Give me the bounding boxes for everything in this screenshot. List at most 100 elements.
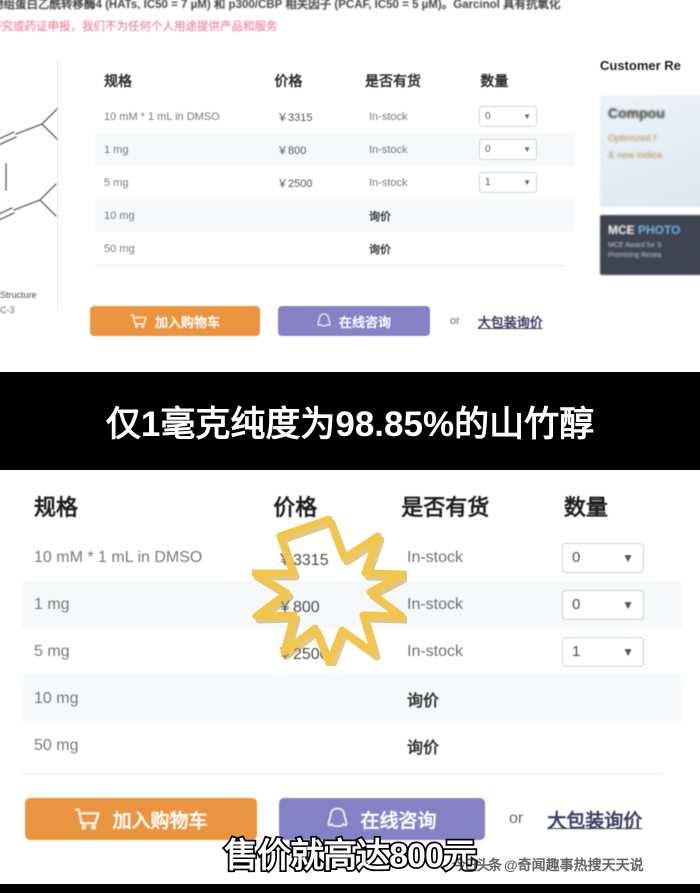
quantity-value: 0 bbox=[572, 596, 581, 613]
header-price: 价格 bbox=[274, 73, 303, 89]
quantity-select[interactable]: 1 ▼ bbox=[562, 636, 644, 667]
table-bottom-divider bbox=[95, 265, 565, 266]
panel-divider bbox=[57, 60, 58, 310]
header-stock: 是否有货 bbox=[401, 495, 490, 520]
toutiao-logo-icon: 今日头条 bbox=[452, 857, 502, 873]
promo-line-1: Optimized f bbox=[608, 133, 657, 144]
add-to-cart-label: 加入购物车 bbox=[154, 314, 220, 330]
quantity-select[interactable]: 0 ▼ bbox=[562, 542, 644, 573]
quantity-value: 0 bbox=[485, 111, 491, 122]
header-qty: 数量 bbox=[480, 73, 509, 89]
product-spec-table: 规格 价格 是否有货 数量 10 mM * 1 mL in DMSO ￥3315… bbox=[95, 62, 575, 266]
table-row: 10 mM * 1 mL in DMSO ￥3315 In-stock 0 ▼ bbox=[22, 534, 682, 581]
table-row: 5 mg ￥2500 In-stock 1 ▼ bbox=[95, 166, 575, 199]
cell-spec: 1 mg bbox=[104, 143, 129, 156]
cell-price: ￥3315 bbox=[277, 551, 329, 569]
quantity-select[interactable]: 0 ▼ bbox=[479, 139, 537, 160]
caption-banner-text: 仅1毫克纯度为98.85%的山竹醇 bbox=[105, 404, 595, 444]
shopping-cart-icon bbox=[130, 313, 147, 328]
product-spec-table-zoomed: 规格 价格 是否有货 数量 10 mM * 1 mL in DMSO ￥3315… bbox=[22, 478, 682, 774]
quantity-select[interactable]: 0 ▼ bbox=[562, 589, 644, 620]
online-consult-button[interactable]: 在线咨询 bbox=[278, 306, 430, 336]
cell-spec: 1 mg bbox=[34, 595, 70, 613]
cell-price: ￥800 bbox=[277, 144, 307, 157]
cell-stock-inquiry[interactable]: 询价 bbox=[369, 208, 479, 224]
quantity-value: 1 bbox=[485, 177, 491, 188]
bulk-inquiry-link[interactable]: 大包装询价 bbox=[478, 312, 543, 331]
right-sidebar: Customer Re Compou Optimized f & new ind… bbox=[600, 58, 700, 275]
table-row: 10 mg 询价 bbox=[22, 675, 682, 722]
cell-spec: 10 mg bbox=[104, 209, 135, 222]
cell-spec: 50 mg bbox=[34, 736, 79, 754]
mce-brand-highlight: PHOTO bbox=[638, 223, 681, 237]
cell-spec: 10 mM * 1 mL in DMSO bbox=[34, 548, 203, 566]
table-row: 10 mg 询价 bbox=[95, 199, 575, 232]
mce-award-card[interactable]: MCE PHOTO MCE Award for S Promising Rese… bbox=[600, 215, 700, 275]
cell-stock: In-stock bbox=[369, 176, 408, 189]
chevron-down-icon: ▼ bbox=[622, 550, 634, 565]
quantity-select[interactable]: 1 ▼ bbox=[479, 172, 537, 193]
header-stock: 是否有货 bbox=[365, 73, 422, 89]
promo-title: Compou bbox=[608, 105, 665, 121]
cell-stock: In-stock bbox=[407, 642, 464, 660]
chevron-down-icon: ▼ bbox=[523, 145, 531, 154]
cell-price: ￥2500 bbox=[277, 177, 313, 190]
add-to-cart-button[interactable]: 加入购物车 bbox=[90, 306, 260, 336]
cell-stock-inquiry[interactable]: 询价 bbox=[369, 241, 479, 257]
product-description-text: 物组蛋白乙酰转移酶4 (HATs, IC50 = 7 µM) 和 p300/CB… bbox=[0, 0, 561, 11]
structure-caption: Structure bbox=[0, 290, 37, 300]
cell-spec: 5 mg bbox=[34, 642, 70, 660]
table-header-row: 规格 价格 是否有货 数量 bbox=[95, 62, 575, 100]
video-screenshot: 物组蛋白乙酰转移酶4 (HATs, IC50 = 7 µM) 和 p300/CB… bbox=[0, 0, 700, 893]
header-spec: 规格 bbox=[104, 73, 132, 89]
video-caption-banner: 仅1毫克纯度为98.85%的山竹醇 bbox=[0, 372, 700, 470]
header-qty: 数量 bbox=[563, 495, 608, 520]
table-bottom-divider bbox=[22, 773, 662, 774]
promo-line-2: & new indica bbox=[608, 150, 662, 161]
usage-disclaimer-text: 研究或药证申报，我们不为任何个人用途提供产品和服务 bbox=[0, 21, 278, 33]
chevron-down-icon: ▼ bbox=[523, 178, 531, 187]
table-row: 1 mg ￥800 In-stock 0 ▼ bbox=[95, 133, 575, 166]
table-row: 1 mg ￥800 In-stock 0 ▼ bbox=[22, 581, 682, 628]
chevron-down-icon: ▼ bbox=[622, 597, 634, 612]
structure-sub-caption: C-3 bbox=[0, 305, 15, 315]
cell-stock-inquiry[interactable]: 询价 bbox=[407, 687, 562, 711]
watermark: 今日头条 @奇闻趣事热搜天天说 bbox=[452, 855, 644, 875]
table-row: 5 mg ￥2500 In-stock 1 ▼ bbox=[22, 628, 682, 675]
or-separator-label: or bbox=[509, 810, 524, 827]
cell-spec: 10 mM * 1 mL in DMSO bbox=[104, 110, 220, 123]
bottom-black-strip bbox=[0, 884, 700, 893]
table-row: 50 mg 询价 bbox=[22, 722, 682, 769]
header-spec: 规格 bbox=[34, 495, 79, 520]
action-button-row: 加入购物车 在线咨询 or 大包装询价 bbox=[90, 306, 543, 336]
chevron-down-icon: ▼ bbox=[622, 644, 634, 659]
qq-penguin-icon bbox=[317, 313, 331, 327]
promo-banner-card[interactable]: Compou Optimized f & new indica bbox=[600, 95, 700, 207]
mce-brand-text: MCE bbox=[608, 223, 635, 237]
cell-stock: In-stock bbox=[369, 110, 408, 123]
watermark-handle: @奇闻趣事热搜天天说 bbox=[504, 857, 644, 873]
quantity-select[interactable]: 0 ▼ bbox=[479, 106, 537, 127]
cell-spec: 50 mg bbox=[104, 242, 135, 255]
cell-stock-inquiry[interactable]: 询价 bbox=[407, 734, 562, 758]
cell-price: ￥3315 bbox=[277, 111, 313, 124]
online-consult-label: 在线咨询 bbox=[338, 314, 391, 330]
table-header-row: 规格 价格 是否有货 数量 bbox=[22, 478, 682, 534]
cell-stock: In-stock bbox=[407, 595, 464, 613]
cell-spec: 10 mg bbox=[34, 689, 79, 707]
customer-review-heading: Customer Re bbox=[600, 58, 681, 73]
cell-spec: 5 mg bbox=[104, 176, 129, 189]
quantity-value: 0 bbox=[485, 144, 491, 155]
quantity-value: 0 bbox=[572, 549, 581, 566]
chevron-down-icon: ▼ bbox=[523, 112, 531, 121]
cell-price: ￥2500 bbox=[277, 645, 329, 663]
table-row: 50 mg 询价 bbox=[95, 232, 575, 265]
mce-line-1: MCE Award for S bbox=[608, 242, 662, 249]
table-row: 10 mM * 1 mL in DMSO ￥3315 In-stock 0 ▼ bbox=[95, 100, 575, 133]
mce-brand-label: MCE PHOTO bbox=[608, 223, 700, 237]
top-webpage-screenshot: 物组蛋白乙酰转移酶4 (HATs, IC50 = 7 µM) 和 p300/CB… bbox=[0, 0, 700, 372]
cell-stock: In-stock bbox=[407, 548, 464, 566]
header-price: 价格 bbox=[273, 495, 318, 520]
cell-price: ￥800 bbox=[277, 598, 320, 616]
or-separator-label: or bbox=[450, 315, 460, 327]
